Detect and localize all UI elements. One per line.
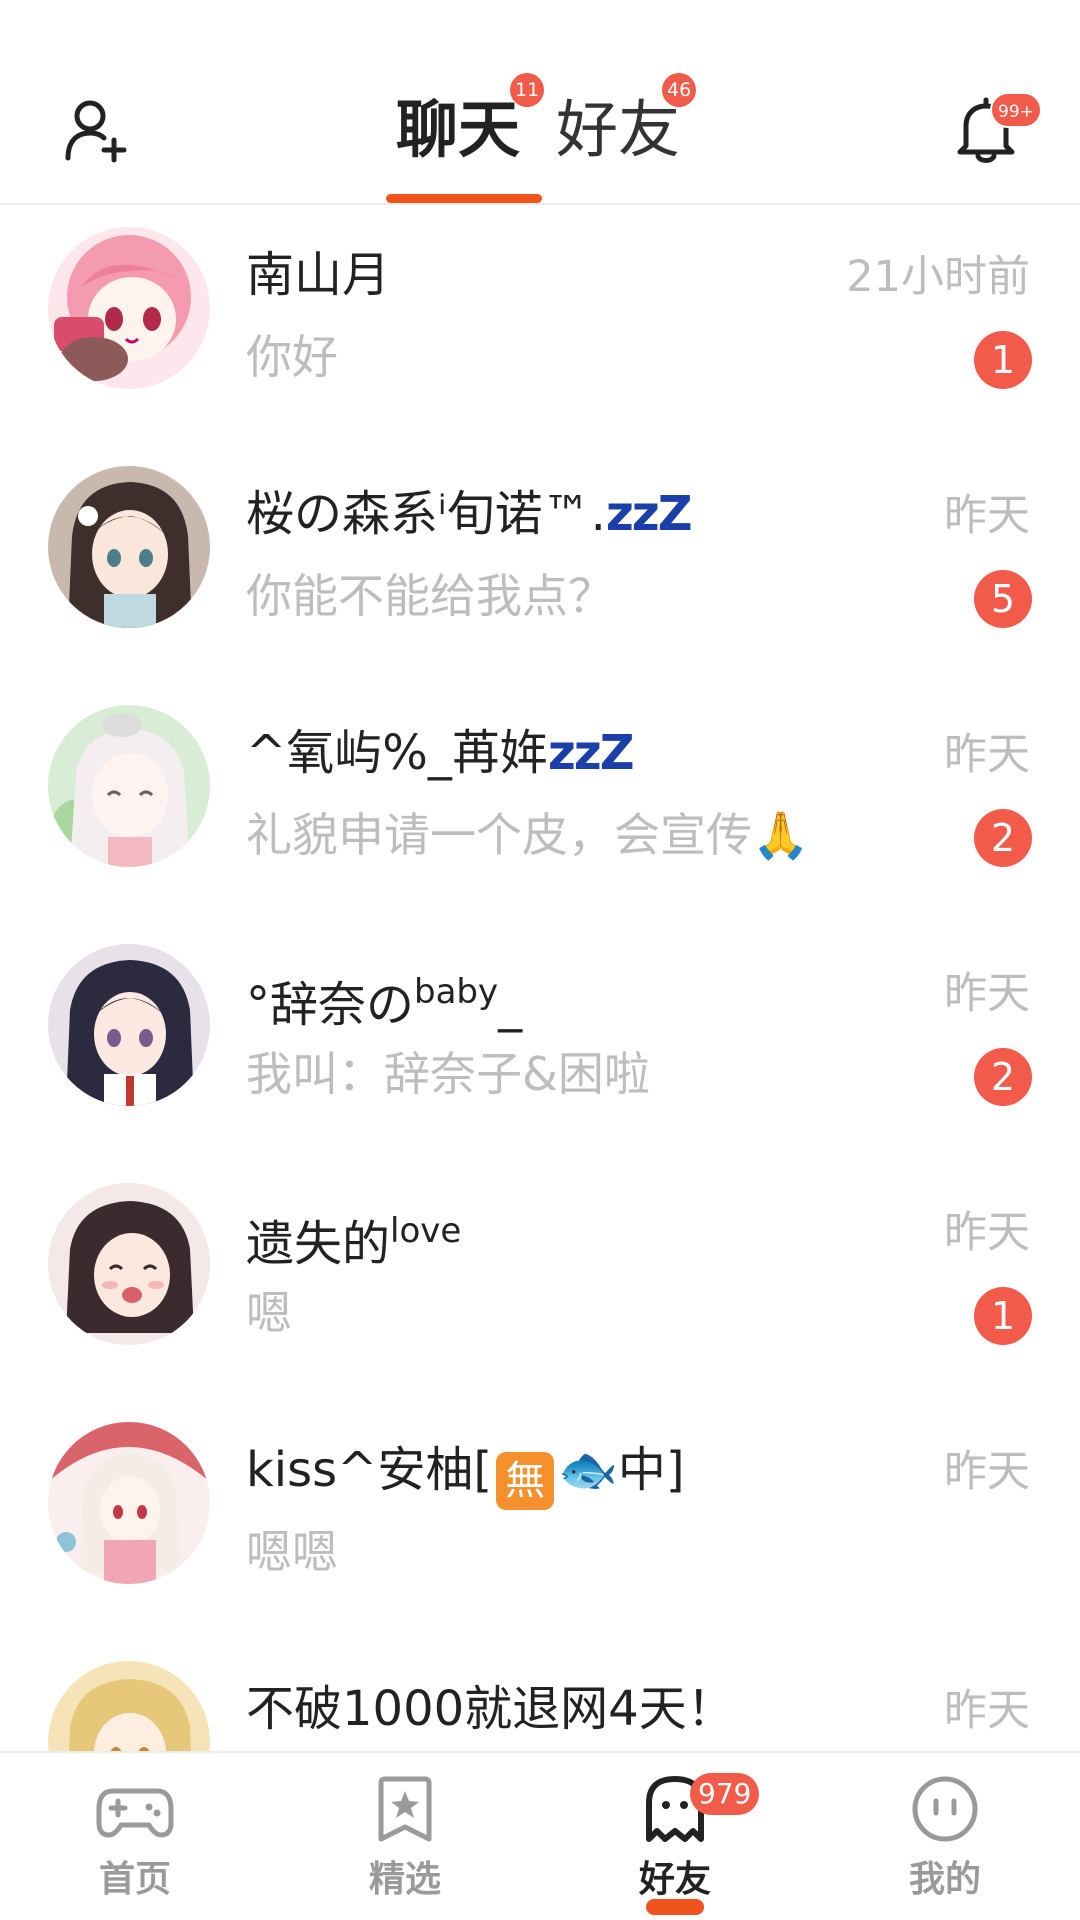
contact-name-suffix: 中] [617,1442,685,1498]
tab-chat[interactable]: 聊天 11 [396,73,545,170]
unread-badge: 1 [974,331,1032,389]
tab-friends-badge: 46 [662,73,697,107]
face-icon [912,1776,978,1842]
contact-name-text: kiss^安柚[ [246,1442,493,1498]
contact-name: 遗失的love [246,1199,461,1276]
avatar [48,227,210,389]
message-preview: 你好 [246,330,338,384]
contact-name: 桜の森系ⁱ旬诺™.zzZ [246,482,693,546]
notification-badge: 99+ [990,92,1042,128]
top-bar: 聊天 11 好友 46 99+ [0,0,1080,205]
contact-name: 不破1000就退网4天！ [246,1681,735,1737]
avatar [48,1661,210,1751]
contact-name-superscript: love [390,1211,462,1251]
sleep-status: zzZ [605,486,693,542]
message-preview: 我叫：辞奈子&困啦 [246,1047,650,1101]
conversation-row[interactable]: ^氧屿%_苒姩zzZ 昨天 礼貌申请一个皮，会宣传🙏 2 [0,685,1080,924]
fish-emoji: 🐟 [558,1442,618,1498]
message-preview: 嗯 [246,1286,292,1340]
free-emoji-box: 無 [496,1452,555,1510]
avatar [48,1422,210,1584]
conversation-list: 南山月 21小时前 你好 1 桜の森系ⁱ旬诺™.zzZ 昨天 你能不能给我点？ … [0,207,1080,1751]
nav-friends-label: 好友 [638,1859,711,1900]
friends-badge: 979 [690,1773,760,1815]
nav-me-label: 我的 [908,1859,981,1900]
unread-badge: 2 [974,1048,1032,1106]
message-time: 昨天 [944,491,1030,541]
conversation-row[interactable]: °辞奈のbaby_ 昨天 我叫：辞奈子&困啦 2 [0,924,1080,1163]
tab-bar: 聊天 11 好友 46 [0,0,1080,205]
message-time: 昨天 [944,1686,1030,1736]
nav-featured-label: 精选 [368,1859,441,1900]
contact-name: ^氧屿%_苒姩zzZ [246,721,635,785]
message-time: 昨天 [944,730,1030,780]
unread-badge: 5 [974,570,1032,628]
avatar [48,466,210,628]
bottom-navigation: 首页 精选 979 好友 我的 [0,1751,1080,1920]
gamepad-icon [96,1788,174,1838]
conversation-row[interactable]: 不破1000就退网4天！ 昨天 [0,1641,1080,1751]
message-preview-text: 礼貌申请一个皮，会宣传 [246,808,752,862]
pray-emoji: 🙏 [752,808,810,862]
active-tab-indicator [386,194,542,203]
avatar [48,705,210,867]
nav-me[interactable]: 我的 [810,1753,1080,1920]
message-preview: 礼貌申请一个皮，会宣传🙏 [246,803,809,867]
message-time: 21小时前 [846,252,1030,302]
conversation-row[interactable]: 南山月 21小时前 你好 1 [0,207,1080,446]
message-time: 昨天 [944,1447,1030,1497]
contact-name: °辞奈のbaby_ [246,960,522,1037]
tab-friends-label: 好友 [556,93,681,166]
contact-name-superscript: baby [414,972,499,1012]
nav-friends[interactable]: 979 好友 [540,1753,810,1920]
conversation-row[interactable]: 桜の森系ⁱ旬诺™.zzZ 昨天 你能不能给我点？ 5 [0,446,1080,685]
message-time: 昨天 [944,969,1030,1019]
avatar [48,1183,210,1345]
avatar [48,944,210,1106]
message-preview: 你能不能给我点？ [246,569,614,623]
message-preview: 嗯嗯 [246,1525,338,1579]
contact-name-suffix: _ [498,977,523,1033]
tab-friends[interactable]: 好友 46 [556,73,697,170]
conversation-row[interactable]: 遗失的love 昨天 嗯 1 [0,1163,1080,1402]
tab-chat-label: 聊天 [396,93,521,166]
conversation-row[interactable]: kiss^安柚[無 🐟中] 昨天 嗯嗯 [0,1402,1080,1641]
contact-name-text: °辞奈の [246,977,415,1033]
star-bookmark-icon [378,1776,432,1842]
unread-badge: 2 [974,809,1032,867]
tab-chat-badge: 11 [510,73,545,107]
message-time: 昨天 [944,1208,1030,1258]
nav-home-label: 首页 [98,1859,171,1900]
unread-badge: 1 [974,1287,1032,1345]
nav-home[interactable]: 首页 [0,1753,270,1920]
contact-name-text: 遗失的 [246,1216,391,1272]
contact-name-text: 桜の森系ⁱ旬诺™. [246,486,606,542]
sleep-status: zzZ [547,725,635,781]
contact-name-text: ^氧屿%_苒姩 [246,725,548,781]
nav-featured[interactable]: 精选 [270,1753,540,1920]
contact-name: 南山月 [246,247,391,303]
contact-name: kiss^安柚[無 🐟中] [246,1438,685,1510]
